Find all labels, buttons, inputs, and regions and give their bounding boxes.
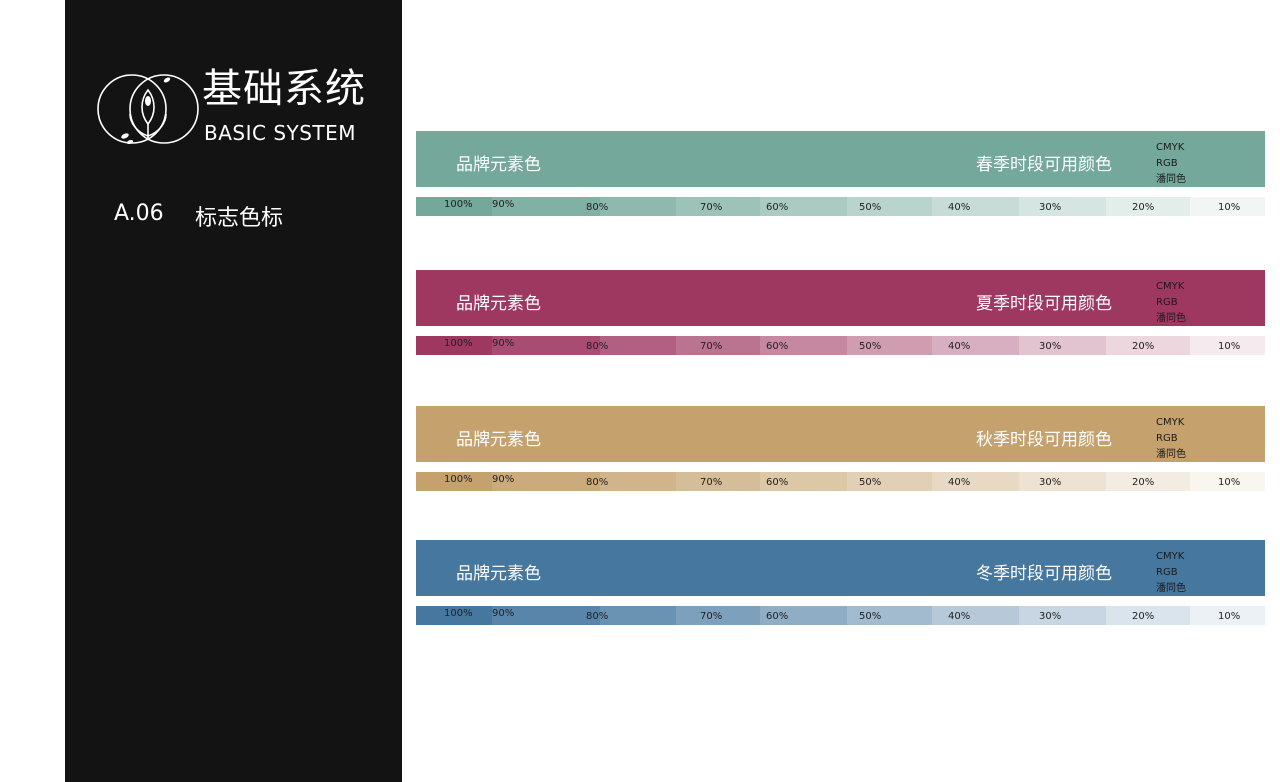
tint-percent-label: 100% bbox=[444, 474, 473, 485]
tint-percent-label: 80% bbox=[586, 341, 609, 352]
color-code-label: 潘同色 bbox=[1156, 583, 1186, 594]
palette-3: 品牌元素色 秋季时段可用颜色 CMYK RGB 潘同色 100% 90% 80% 70% 60% 5… bbox=[416, 406, 1266, 492]
color-code-list: CMYK RGB 潘同色 bbox=[1156, 140, 1186, 188]
tint-percent-label: 10% bbox=[1218, 477, 1241, 488]
color-code-label: RGB bbox=[1156, 158, 1178, 169]
tint-percent-label: 30% bbox=[1039, 341, 1062, 352]
tint-strip: 100% 90% 80% 70% 60% 50% 40% 30% 20% 10% bbox=[416, 472, 1265, 491]
section-number: A.06 bbox=[114, 201, 164, 226]
tint-percent-label: 90% bbox=[492, 608, 515, 619]
tint-percent-label: 40% bbox=[948, 477, 971, 488]
tint-percent-label: 10% bbox=[1218, 341, 1241, 352]
tint-percent-label: 90% bbox=[492, 338, 515, 349]
tint-swatch bbox=[600, 336, 676, 355]
tint-swatch bbox=[1019, 336, 1106, 355]
tint-swatch bbox=[932, 472, 1019, 491]
color-code-list: CMYK RGB 潘同色 bbox=[1156, 279, 1186, 327]
color-code-label: 潘同色 bbox=[1156, 449, 1186, 460]
color-code-label: RGB bbox=[1156, 297, 1178, 308]
section-title: 标志色标 bbox=[195, 206, 284, 231]
color-code-label: CMYK bbox=[1156, 142, 1185, 153]
brand-color-label: 品牌元素色 bbox=[456, 564, 541, 584]
tint-swatch bbox=[600, 606, 676, 625]
tint-percent-label: 40% bbox=[948, 202, 971, 213]
tint-percent-label: 50% bbox=[859, 477, 882, 488]
color-band: 品牌元素色 秋季时段可用颜色 CMYK RGB 潘同色 bbox=[416, 406, 1265, 462]
tint-percent-label: 80% bbox=[586, 611, 609, 622]
color-code-label: RGB bbox=[1156, 567, 1178, 578]
color-code-label: 潘同色 bbox=[1156, 174, 1186, 185]
tint-percent-label: 50% bbox=[859, 611, 882, 622]
color-band: 品牌元素色 夏季时段可用颜色 CMYK RGB 潘同色 bbox=[416, 270, 1265, 326]
tint-percent-label: 100% bbox=[444, 608, 473, 619]
color-band: 品牌元素色 春季时段可用颜色 CMYK RGB 潘同色 bbox=[416, 131, 1265, 187]
color-code-list: CMYK RGB 潘同色 bbox=[1156, 549, 1186, 597]
tint-percent-label: 60% bbox=[766, 202, 789, 213]
color-code-label: CMYK bbox=[1156, 281, 1185, 292]
color-code-label: 潘同色 bbox=[1156, 313, 1186, 324]
color-code-label: CMYK bbox=[1156, 417, 1185, 428]
tint-percent-label: 100% bbox=[444, 338, 473, 349]
brand-logo-icon bbox=[97, 74, 199, 145]
brand-color-label: 品牌元素色 bbox=[456, 294, 541, 314]
season-color-label: 夏季时段可用颜色 bbox=[976, 294, 1112, 314]
tint-percent-label: 70% bbox=[700, 202, 723, 213]
palette-2: 品牌元素色 夏季时段可用颜色 CMYK RGB 潘同色 100% 90% 80% 70% 60% 5… bbox=[416, 270, 1266, 356]
tint-percent-label: 80% bbox=[586, 477, 609, 488]
brand-color-label: 品牌元素色 bbox=[456, 155, 541, 175]
tint-percent-label: 20% bbox=[1132, 202, 1155, 213]
tint-percent-label: 20% bbox=[1132, 611, 1155, 622]
tint-swatch bbox=[600, 472, 676, 491]
tint-strip: 100% 90% 80% 70% 60% 50% 40% 30% 20% 10% bbox=[416, 197, 1265, 216]
season-color-label: 秋季时段可用颜色 bbox=[976, 430, 1112, 450]
brand-color-label: 品牌元素色 bbox=[456, 430, 541, 450]
tint-percent-label: 90% bbox=[492, 199, 515, 210]
tint-strip: 100% 90% 80% 70% 60% 50% 40% 30% 20% 10% bbox=[416, 606, 1265, 625]
tint-percent-label: 70% bbox=[700, 477, 723, 488]
tint-percent-label: 60% bbox=[766, 611, 789, 622]
tint-swatch bbox=[932, 606, 1019, 625]
tint-swatch bbox=[1019, 197, 1106, 216]
color-band: 品牌元素色 冬季时段可用颜色 CMYK RGB 潘同色 bbox=[416, 540, 1265, 596]
tint-percent-label: 30% bbox=[1039, 202, 1062, 213]
tint-percent-label: 70% bbox=[700, 611, 723, 622]
palette-4: 品牌元素色 冬季时段可用颜色 CMYK RGB 潘同色 100% 90% 80% 70% 60% 5… bbox=[416, 540, 1266, 626]
tint-swatch bbox=[1019, 472, 1106, 491]
tint-percent-label: 60% bbox=[766, 341, 789, 352]
tint-percent-label: 30% bbox=[1039, 477, 1062, 488]
tint-percent-label: 60% bbox=[766, 477, 789, 488]
tint-percent-label: 80% bbox=[586, 202, 609, 213]
tint-percent-label: 40% bbox=[948, 611, 971, 622]
color-code-label: CMYK bbox=[1156, 551, 1185, 562]
page-subtitle: BASIC SYSTEM bbox=[204, 121, 357, 145]
tint-swatch bbox=[1019, 606, 1106, 625]
color-code-list: CMYK RGB 潘同色 bbox=[1156, 415, 1186, 463]
sidebar: 基础系统 BASIC SYSTEM A.06 标志色标 bbox=[65, 0, 402, 782]
season-color-label: 春季时段可用颜色 bbox=[976, 155, 1112, 175]
tint-percent-label: 100% bbox=[444, 199, 473, 210]
tint-percent-label: 40% bbox=[948, 341, 971, 352]
page-title: 基础系统 bbox=[202, 66, 366, 112]
tint-percent-label: 10% bbox=[1218, 202, 1241, 213]
tint-swatch bbox=[932, 336, 1019, 355]
tint-percent-label: 10% bbox=[1218, 611, 1241, 622]
palette-1: 品牌元素色 春季时段可用颜色 CMYK RGB 潘同色 100% 90% 80% 70% 60% 5… bbox=[416, 131, 1266, 217]
tint-percent-label: 50% bbox=[859, 202, 882, 213]
tint-percent-label: 50% bbox=[859, 341, 882, 352]
tint-percent-label: 20% bbox=[1132, 341, 1155, 352]
tint-percent-label: 30% bbox=[1039, 611, 1062, 622]
tint-swatch bbox=[600, 197, 676, 216]
season-color-label: 冬季时段可用颜色 bbox=[976, 564, 1112, 584]
color-code-label: RGB bbox=[1156, 433, 1178, 444]
tint-swatch bbox=[932, 197, 1019, 216]
tint-percent-label: 20% bbox=[1132, 477, 1155, 488]
tint-percent-label: 90% bbox=[492, 474, 515, 485]
tint-strip: 100% 90% 80% 70% 60% 50% 40% 30% 20% 10% bbox=[416, 336, 1265, 355]
tint-percent-label: 70% bbox=[700, 341, 723, 352]
